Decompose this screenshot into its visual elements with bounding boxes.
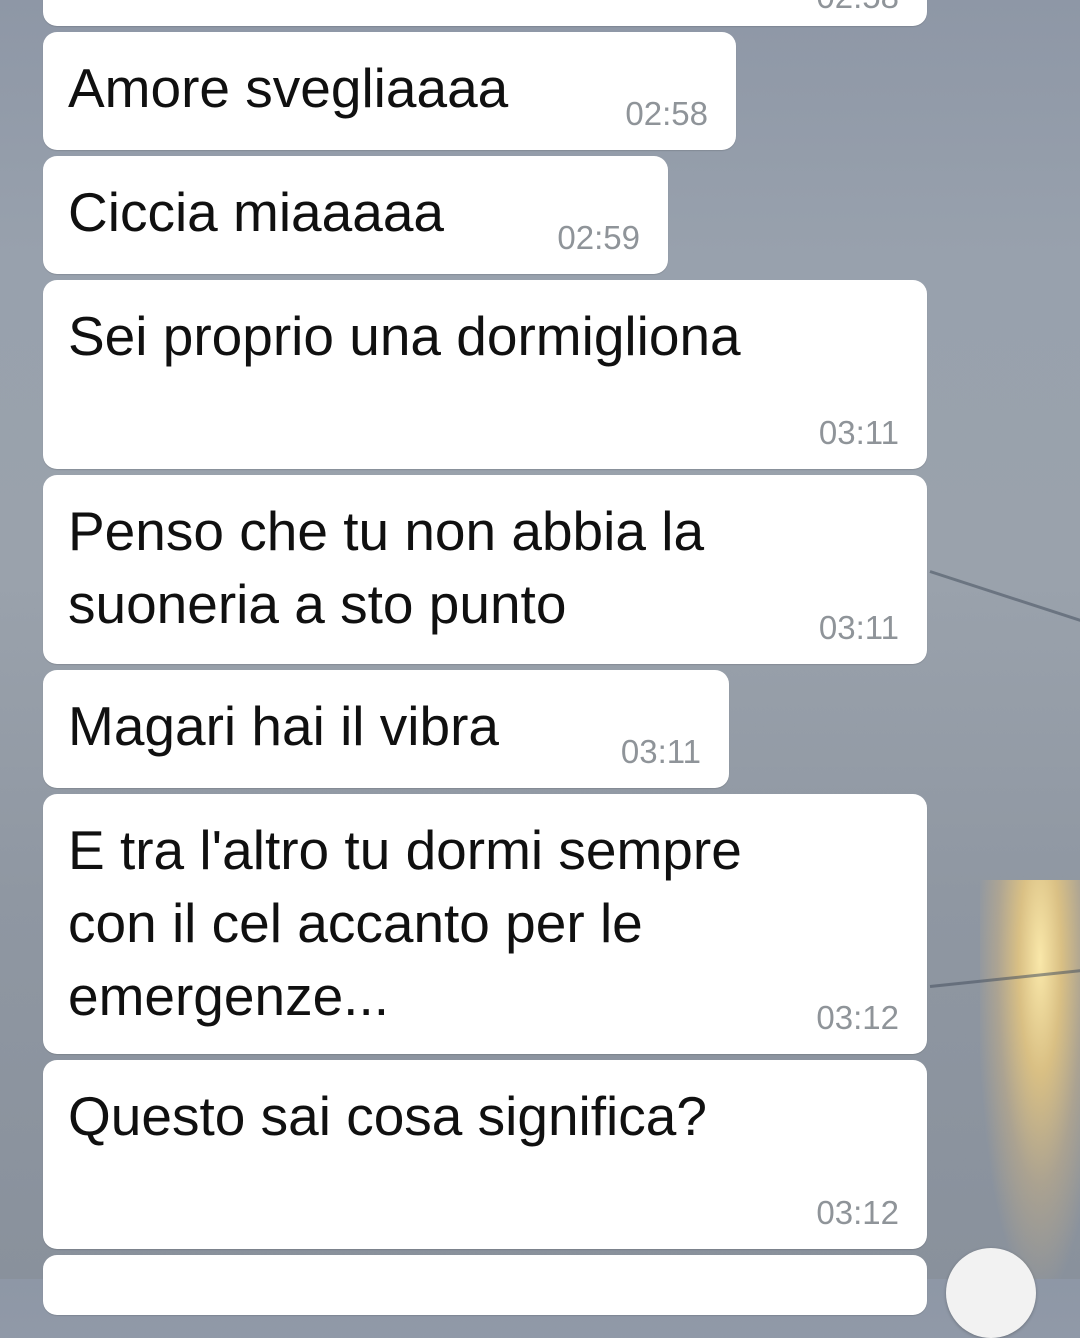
message-bubble[interactable]: Ciccia miaaaaa 02:59 <box>43 156 668 274</box>
message-bubble[interactable]: E tra l'altro tu dormi sempre con il cel… <box>43 794 927 1054</box>
message-text: Penso che tu non abbia la suoneria a sto… <box>68 500 705 635</box>
message-time: 03:11 <box>818 609 899 646</box>
message-time: 03:12 <box>816 999 899 1036</box>
message-bubble[interactable]: Amore svegliaaaa 02:58 <box>43 32 736 150</box>
message-bubble[interactable]: Magari hai il vibra 03:11 <box>43 670 729 788</box>
message-text: E tra l'altro tu dormi sempre con il cel… <box>68 819 742 1027</box>
message-bubble[interactable] <box>43 1255 927 1315</box>
message-text: Ciccia miaaaaa <box>68 181 445 243</box>
message-text: Sei proprio una dormigliona <box>68 305 741 367</box>
message-text: Amore svegliaaaa <box>68 57 509 119</box>
background-wire <box>929 570 1080 626</box>
message-bubble[interactable]: 02:58 <box>43 0 927 26</box>
message-bubble[interactable]: Questo sai cosa significa? 03:12 <box>43 1060 927 1249</box>
message-time: 03:11 <box>818 414 899 451</box>
message-text: Magari hai il vibra <box>68 695 500 757</box>
message-bubble[interactable]: Sei proprio una dormigliona 03:11 <box>43 280 927 469</box>
scroll-down-button[interactable] <box>946 1248 1036 1338</box>
message-time: 02:58 <box>816 0 899 16</box>
message-time: 03:11 <box>620 733 701 770</box>
message-time: 02:58 <box>625 95 708 132</box>
background-light-glow <box>980 880 1080 1279</box>
message-time: 03:12 <box>816 1194 899 1231</box>
message-bubble[interactable]: Penso che tu non abbia la suoneria a sto… <box>43 475 927 664</box>
message-time: 02:59 <box>557 219 640 256</box>
message-text: Questo sai cosa significa? <box>68 1085 707 1147</box>
